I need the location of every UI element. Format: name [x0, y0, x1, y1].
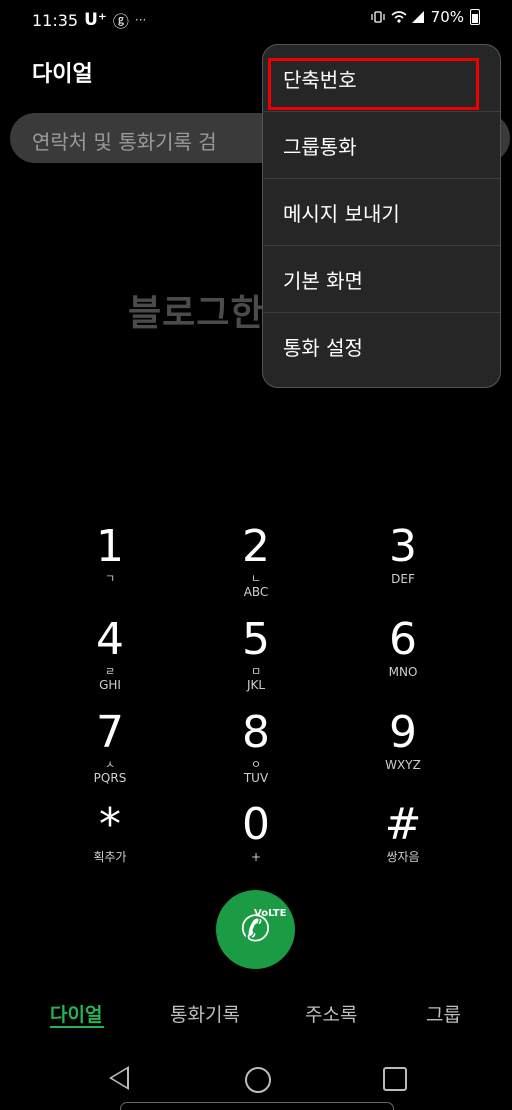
key-sub2: DEF — [391, 572, 415, 586]
key-1[interactable]: 1 ㄱ — [50, 521, 170, 586]
key-4[interactable]: 4 ㄹ GHI — [50, 614, 170, 693]
key-6[interactable]: 6 MNO — [343, 614, 463, 680]
back-icon-inner — [112, 1069, 127, 1087]
key-sub2: 획추가 — [93, 850, 127, 864]
key-sub1: ㅅ — [104, 758, 116, 771]
key-sub2: JKL — [246, 678, 266, 692]
key-digit: 5 — [242, 614, 270, 665]
key-sub2: MNO — [388, 665, 418, 679]
tab-dial[interactable]: 다이얼 — [50, 1000, 102, 1027]
key-2[interactable]: 2 ㄴ ABC — [196, 521, 316, 600]
tab-contacts[interactable]: 주소록 — [305, 1000, 357, 1027]
bottom-tabs: 다이얼 통화기록 주소록 그룹 — [0, 1000, 512, 1034]
key-digit: * — [99, 799, 121, 850]
vibrate-icon — [371, 10, 385, 24]
key-sub1: ㅁ — [250, 665, 262, 678]
more-notifications-icon: ··· — [134, 13, 147, 27]
key-digit: 7 — [96, 707, 124, 758]
key-sub2: PQRS — [93, 771, 127, 785]
key-sub1: ㄴ — [250, 572, 262, 585]
page-title: 다이얼 — [32, 62, 93, 87]
key-sub2: ABC — [243, 585, 269, 599]
status-right: 70% — [371, 8, 480, 26]
menu-item-default-screen[interactable]: 기본 화면 — [263, 246, 500, 313]
menu-item-group-call[interactable]: 그룹통화 — [263, 112, 500, 179]
key-digit: 3 — [389, 521, 417, 572]
key-digit: 2 — [242, 521, 270, 572]
status-bar: 11:35 U⁺ ⓖ ··· 70% — [0, 0, 512, 34]
key-digit: 1 — [96, 521, 124, 572]
recent-apps-icon[interactable] — [383, 1067, 407, 1091]
key-9[interactable]: 9 WXYZ — [343, 707, 463, 773]
key-hash[interactable]: # 쌍자음 — [343, 799, 463, 865]
key-digit: 8 — [242, 707, 270, 758]
key-digit: 6 — [389, 614, 417, 665]
key-sub2: 쌍자음 — [386, 850, 420, 864]
volte-badge: VoLTE — [254, 908, 287, 919]
key-sub2: GHI — [99, 678, 121, 692]
key-sub1: ㄹ — [104, 665, 116, 678]
signal-icon — [411, 10, 425, 24]
key-0[interactable]: 0 + — [196, 799, 316, 865]
search-placeholder: 연락처 및 통화기록 검 — [32, 130, 217, 154]
tab-groups[interactable]: 그룹 — [426, 1000, 461, 1027]
key-star[interactable]: * 획추가 — [50, 799, 170, 865]
system-navigation-bar — [0, 1050, 512, 1110]
menu-item-call-settings[interactable]: 통화 설정 — [263, 313, 500, 379]
call-button[interactable]: ✆ VoLTE — [216, 890, 295, 969]
status-left: 11:35 U⁺ ⓖ ··· — [32, 8, 146, 32]
key-sub2: WXYZ — [385, 758, 421, 772]
key-sub2: + — [250, 850, 262, 864]
key-sub1: ㄱ — [104, 572, 116, 585]
key-sub2: TUV — [243, 771, 269, 785]
key-digit: 0 — [242, 799, 270, 850]
key-digit: 4 — [96, 614, 124, 665]
key-7[interactable]: 7 ㅅ PQRS — [50, 707, 170, 786]
carrier-label: U⁺ — [84, 10, 107, 30]
home-icon[interactable] — [245, 1067, 271, 1093]
wifi-icon — [391, 10, 407, 24]
menu-item-send-message[interactable]: 메시지 보내기 — [263, 179, 500, 246]
battery-icon — [470, 9, 480, 25]
key-sub1: ㅇ — [250, 758, 262, 771]
tab-call-log[interactable]: 통화기록 — [170, 1000, 240, 1027]
key-digit: # — [384, 799, 422, 850]
status-time: 11:35 — [32, 10, 79, 30]
carrier-badge-icon: ⓖ — [112, 12, 129, 31]
battery-percent: 70% — [430, 8, 464, 26]
key-3[interactable]: 3 DEF — [343, 521, 463, 587]
key-digit: 9 — [389, 707, 417, 758]
active-tab-indicator — [50, 1026, 104, 1028]
key-5[interactable]: 5 ㅁ JKL — [196, 614, 316, 693]
highlight-box — [268, 58, 479, 110]
key-8[interactable]: 8 ㅇ TUV — [196, 707, 316, 786]
